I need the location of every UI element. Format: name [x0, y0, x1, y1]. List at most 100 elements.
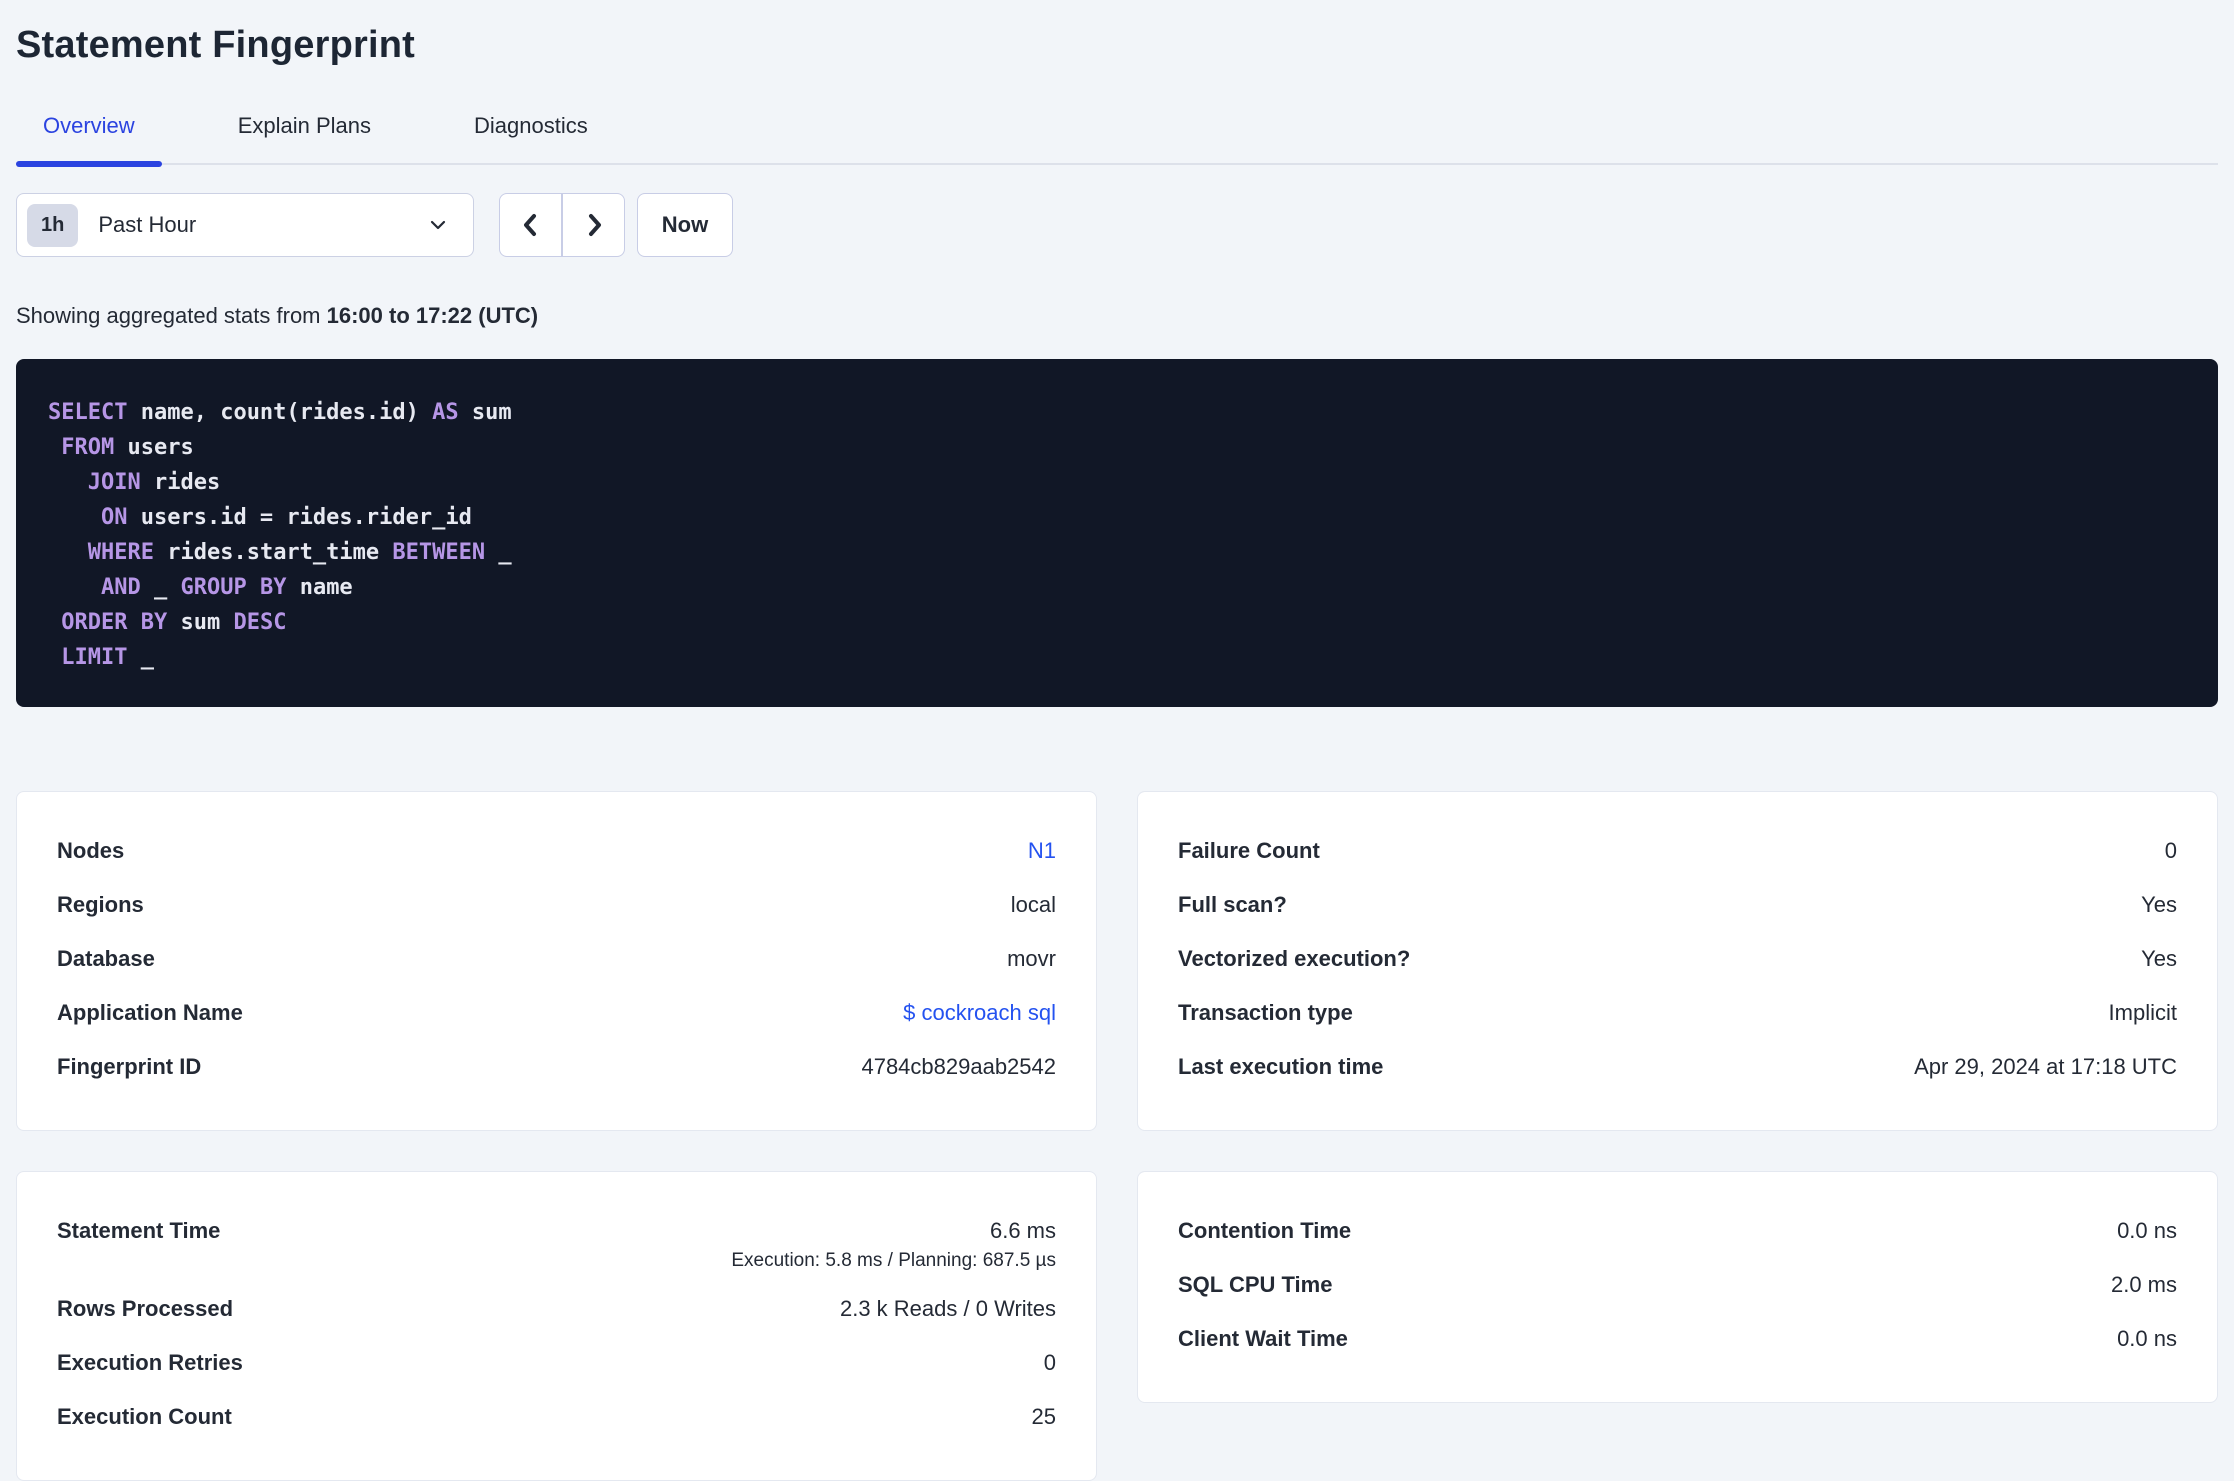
stat-label: Execution Retries [57, 1350, 243, 1375]
tabs-bar: Overview Explain Plans Diagnostics [16, 107, 2218, 167]
tab-overview[interactable]: Overview [16, 107, 162, 167]
stat-label: Full scan? [1178, 892, 1287, 917]
stat-value: local [1010, 892, 1056, 917]
sql-text: name, count(rides.id) [127, 400, 433, 425]
time-range-label: Past Hour [98, 212, 197, 237]
sql-statement: SELECT name, count(rides.id) AS sum FROM… [48, 395, 2182, 675]
stat-value: 25 [1031, 1404, 1056, 1429]
previous-time-button[interactable] [499, 193, 562, 257]
now-button[interactable]: Now [637, 193, 733, 257]
stat-row: Client Wait Time 0.0 ns [1178, 1314, 2177, 1368]
stat-row: Regions local [57, 880, 1056, 934]
stat-label: Contention Time [1178, 1218, 1352, 1243]
tab-explain-plans[interactable]: Explain Plans [211, 107, 398, 163]
stat-row: Statement Time 6.6 ms Execution: 5.8 ms / … [57, 1206, 1056, 1284]
chevron-down-icon [427, 214, 449, 236]
stat-label: Failure Count [1178, 838, 1320, 863]
statement-times-card: Statement Time 6.6 ms Execution: 5.8 ms / … [16, 1171, 1097, 1481]
time-range-badge: 1h [27, 203, 79, 247]
sql-text: sum [167, 610, 234, 635]
page-title: Statement Fingerprint [16, 24, 416, 66]
tab-diagnostics[interactable]: Diagnostics [447, 107, 615, 163]
stat-label: Statement Time [57, 1218, 221, 1243]
stat-row: Execution Retries 0 [57, 1338, 1056, 1392]
sql-keyword: GROUP BY [180, 575, 287, 600]
sql-keyword: LIMIT [61, 645, 128, 670]
stat-label: Last execution time [1178, 1054, 1384, 1079]
stat-row: Application Name $ cockroach sql [57, 988, 1056, 1042]
stat-value: 0 [2164, 838, 2177, 863]
stat-row: Database movr [57, 934, 1056, 988]
stat-value-link[interactable]: N1 [1028, 838, 1056, 863]
stat-row: Full scan? Yes [1178, 880, 2177, 934]
stat-value: 0.0 ns [2117, 1326, 2177, 1351]
sql-keyword: BETWEEN [392, 540, 486, 565]
stat-row: Rows Processed 2.3 k Reads / 0 Writes [57, 1284, 1056, 1338]
sql-text: _ [485, 540, 512, 565]
stat-label: Execution Count [57, 1404, 232, 1429]
stat-label: Application Name [57, 1000, 243, 1025]
sql-keyword: JOIN [87, 470, 141, 495]
stat-value: Yes [2141, 892, 2177, 917]
stat-value-link[interactable]: $ cockroach sql [903, 1000, 1056, 1025]
stat-value: movr [1007, 946, 1056, 971]
stat-label: Transaction type [1178, 1000, 1353, 1025]
sql-keyword: AND [100, 575, 141, 600]
stat-row: Execution Count 25 [57, 1392, 1056, 1446]
stat-value: 4784cb829aab2542 [861, 1054, 1056, 1079]
stat-row: Fingerprint ID 4784cb829aab2542 [57, 1042, 1056, 1096]
next-time-button[interactable] [562, 193, 625, 257]
time-range-dropdown[interactable]: 1h Past Hour [16, 193, 474, 257]
stat-label: Nodes [57, 838, 125, 863]
stat-value: 0 [1043, 1350, 1056, 1375]
sql-keyword: FROM [61, 435, 115, 460]
stat-label: Rows Processed [57, 1296, 234, 1321]
sql-text: users.id = rides.rider_id [127, 505, 472, 530]
statement-fingerprint-page: Statement Fingerprint Overview Explain Pl… [0, 0, 2234, 1481]
sql-keyword: SELECT [48, 400, 128, 425]
stat-value: 6.6 ms [989, 1218, 1056, 1243]
sql-text: rides.start_time [153, 540, 393, 565]
stat-row: Nodes N1 [57, 826, 1056, 880]
aggregated-stats-text: Showing aggregated stats from 16:00 to 1… [16, 303, 539, 328]
time-controls: 1h Past Hour Now [16, 193, 2218, 257]
stat-value: Implicit [2108, 1000, 2177, 1025]
stat-label: Fingerprint ID [57, 1054, 202, 1079]
statement-details-card: Nodes N1 Regions local Database movr Applicati… [16, 791, 1097, 1131]
stat-label: Client Wait Time [1178, 1326, 1348, 1351]
stat-value: 2.0 ms [2110, 1272, 2177, 1297]
stat-row: SQL CPU Time 2.0 ms [1178, 1260, 2177, 1314]
wait-times-card: Contention Time 0.0 ns SQL CPU Time 2.0 ms C… [1137, 1171, 2218, 1403]
sql-text: _ [140, 575, 181, 600]
stat-row: Contention Time 0.0 ns [1178, 1206, 2177, 1260]
sql-text: sum [458, 400, 512, 425]
stat-value: Apr 29, 2024 at 17:18 UTC [1914, 1054, 2177, 1079]
execution-attributes-card: Failure Count 0 Full scan? Yes Vectorized ex… [1137, 791, 2218, 1131]
aggregated-stats-range: 16:00 to 17:22 (UTC) [326, 303, 539, 328]
summary-cards: Nodes N1 Regions local Database movr Applicati… [16, 791, 2218, 1481]
stat-row: Vectorized execution? Yes [1178, 934, 2177, 988]
sql-keyword: ORDER BY [61, 610, 168, 635]
sql-text: _ [127, 645, 154, 670]
sql-keyword: AS [432, 400, 459, 425]
sql-keyword: ON [100, 505, 128, 530]
stat-value: 0.0 ns [2117, 1218, 2177, 1243]
stat-subtext: Execution: 5.8 ms / Planning: 687.5 µs [731, 1250, 1056, 1271]
stat-value: 2.3 k Reads / 0 Writes [839, 1296, 1056, 1321]
stat-value: Yes [2141, 946, 2177, 971]
sql-keyword: DESC [233, 610, 287, 635]
stat-row: Failure Count 0 [1178, 826, 2177, 880]
sql-statement-box: SELECT name, count(rides.id) AS sum FROM… [16, 359, 2218, 707]
stat-label: SQL CPU Time [1178, 1272, 1333, 1297]
sql-text: users [114, 435, 194, 460]
stat-label: Database [57, 946, 155, 971]
sql-text: name [286, 575, 353, 600]
stat-label: Vectorized execution? [1178, 946, 1411, 971]
chevron-right-icon [578, 209, 610, 241]
stat-row: Transaction type Implicit [1178, 988, 2177, 1042]
